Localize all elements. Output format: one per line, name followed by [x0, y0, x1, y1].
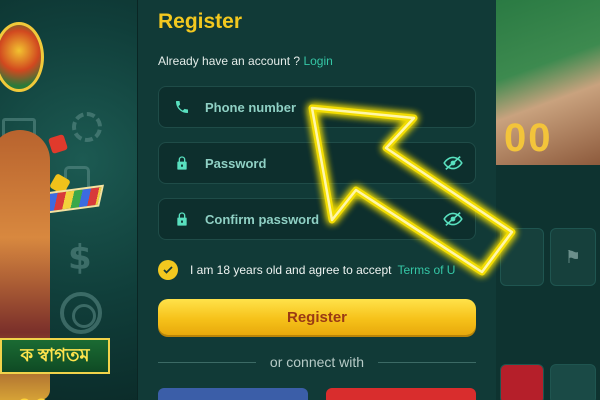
game-tile[interactable] — [500, 228, 544, 286]
facebook-login-button[interactable] — [158, 388, 308, 400]
password-input[interactable] — [205, 155, 431, 171]
password-field[interactable] — [158, 142, 476, 184]
phone-icon — [159, 99, 205, 115]
right-promo-panel: 00 ⚑ — [496, 0, 600, 400]
flag-icon: ⚑ — [564, 246, 582, 267]
login-prompt: Already have an account ? Login — [158, 54, 333, 68]
page-title: Register — [158, 10, 243, 33]
agree-checkbox[interactable] — [158, 260, 178, 280]
login-prompt-text: Already have an account ? — [158, 54, 301, 68]
game-tile[interactable]: ⚑ — [550, 228, 596, 286]
divider-line — [158, 361, 256, 363]
confirm-password-field[interactable] — [158, 198, 476, 240]
dollar-icon: $ — [68, 238, 92, 278]
confirm-password-input[interactable] — [205, 211, 431, 227]
casino-chip-icon — [72, 112, 102, 142]
game-tile[interactable] — [550, 364, 596, 400]
login-link[interactable]: Login — [303, 54, 332, 68]
welcome-banner: ক স্বাগতম — [0, 338, 110, 374]
divider-text: or connect with — [269, 354, 365, 370]
crown-emblem — [0, 22, 44, 92]
divider-line — [378, 361, 477, 363]
lock-icon — [159, 211, 205, 227]
promo-number: 00 — [504, 116, 553, 160]
phone-input[interactable] — [205, 99, 475, 115]
dice-icon — [47, 133, 69, 155]
eye-slash-icon[interactable] — [431, 155, 475, 171]
check-icon — [163, 266, 173, 274]
age-agreement: I am 18 years old and agree to accept Te… — [158, 260, 455, 280]
phone-field[interactable] — [158, 86, 476, 128]
agree-text: I am 18 years old and agree to accept — [190, 263, 392, 277]
roulette-icon — [60, 292, 102, 334]
eye-slash-icon[interactable] — [431, 211, 475, 227]
register-panel: Register Already have an account ? Login — [138, 0, 496, 400]
social-divider: or connect with — [158, 354, 477, 370]
left-promo-panel: $ ক স্বাগতম ০০ — [0, 0, 138, 400]
lock-icon — [159, 155, 205, 171]
game-tile[interactable] — [500, 364, 544, 400]
register-button[interactable]: Register — [158, 299, 476, 335]
google-login-button[interactable] — [326, 388, 476, 400]
bonus-amount: ০০ — [16, 384, 116, 400]
terms-link[interactable]: Terms of U — [397, 263, 455, 277]
